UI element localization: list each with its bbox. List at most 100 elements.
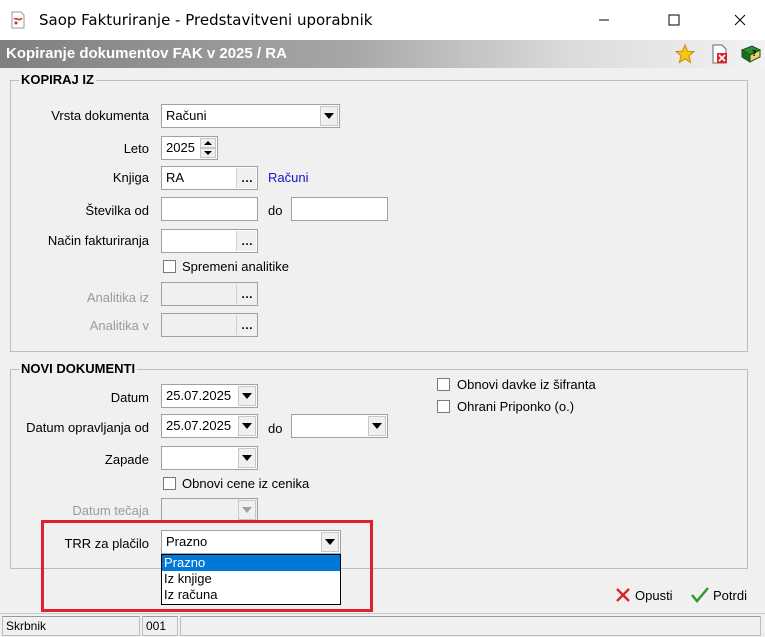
analitika-iz-browse-button[interactable]: … — [236, 284, 256, 304]
chevron-down-icon — [242, 423, 252, 429]
datum-tecaja-picker[interactable] — [161, 498, 258, 522]
stevilka-od-input[interactable] — [161, 197, 258, 221]
help-book-icon: ? — [740, 45, 762, 63]
analitika-iz-label: Analitika iz — [86, 290, 149, 305]
datum-opravljanja-od-picker[interactable]: 25.07.2025 — [161, 414, 258, 438]
knjiga-label: Knjiga — [112, 170, 149, 185]
obnovi-cene-checkbox[interactable] — [163, 477, 176, 490]
spremeni-analitike-label: Spremeni analitike — [182, 259, 289, 274]
potrdi-label: Potrdi — [713, 587, 747, 603]
arrow-up-icon — [204, 141, 212, 145]
checkmark-icon — [691, 587, 709, 603]
analitika-iz-field[interactable]: … — [161, 282, 258, 306]
chevron-down-icon — [325, 539, 335, 545]
trr-option-prazno[interactable]: Prazno — [162, 555, 340, 571]
status-user: Skrbnik — [2, 616, 140, 636]
maximize-icon — [668, 14, 680, 26]
status-bar: Skrbnik 001 — [0, 613, 765, 637]
chevron-down-icon — [324, 113, 334, 119]
trr-za-placilo-options: Prazno Iz knjige Iz računa — [161, 554, 341, 605]
nacin-fakturiranja-browse-button[interactable]: … — [236, 231, 256, 251]
app-icon — [11, 11, 25, 29]
group-novi-dokumenti-legend: NOVI DOKUMENTI — [19, 361, 138, 376]
datum-opravljanja-do-dropdown-button[interactable] — [368, 416, 386, 436]
chevron-down-icon — [372, 423, 382, 429]
zapade-picker[interactable] — [161, 446, 258, 470]
group-kopiraj-iz-legend: KOPIRAJ IZ — [19, 72, 96, 87]
opusti-label: Opusti — [635, 587, 673, 603]
vrsta-dokumenta-select[interactable]: Računi — [161, 104, 340, 128]
cancel-icon — [616, 588, 630, 602]
datum-opravljanja-od-dropdown-button[interactable] — [238, 416, 256, 436]
star-icon — [675, 44, 695, 64]
trr-option-iz-knjige[interactable]: Iz knjige — [162, 571, 340, 587]
favorite-button[interactable] — [674, 43, 696, 65]
datum-value: 25.07.2025 — [166, 388, 232, 403]
svg-text:?: ? — [752, 49, 757, 58]
datum-label: Datum — [110, 390, 149, 405]
zapade-label: Zapade — [104, 452, 149, 467]
datum-opravljanja-od-value: 25.07.2025 — [166, 418, 232, 433]
window-title: Saop Fakturiranje - Predstavitveni upora… — [39, 11, 373, 29]
knjiga-value: RA — [166, 170, 185, 185]
datum-opravljanja-label: Datum opravljanja od — [26, 420, 149, 435]
datum-dropdown-button[interactable] — [238, 386, 256, 406]
datum-opravljanja-do-label: do — [268, 421, 283, 436]
datum-picker[interactable]: 25.07.2025 — [161, 384, 258, 408]
analitika-v-label: Analitika v — [89, 318, 149, 333]
arrow-down-icon — [204, 151, 212, 155]
knjiga-field[interactable]: RA … — [161, 166, 258, 190]
ohrani-priponko-label: Ohrani Priponko (o.) — [457, 399, 575, 414]
stevilka-od-label: Številka od — [85, 203, 149, 218]
trr-option-iz-racuna[interactable]: Iz računa — [162, 587, 340, 603]
chevron-down-icon — [242, 507, 252, 513]
close-icon — [734, 14, 746, 26]
analitika-v-browse-button[interactable]: … — [236, 315, 256, 335]
chevron-down-icon — [242, 455, 252, 461]
status-message — [180, 616, 761, 636]
vrsta-dokumenta-label: Vrsta dokumenta — [51, 108, 149, 123]
delete-document-button[interactable] — [709, 43, 731, 65]
datum-tecaja-dropdown-button[interactable] — [238, 500, 256, 520]
spin-down-button[interactable] — [200, 148, 216, 158]
vrsta-dokumenta-value: Računi — [166, 108, 207, 123]
datum-tecaja-label: Datum tečaja — [72, 503, 149, 518]
minimize-icon — [599, 19, 609, 21]
vrsta-dokumenta-dropdown-button[interactable] — [320, 106, 338, 126]
knjiga-browse-button[interactable]: … — [236, 168, 256, 188]
obnovi-davke-label: Obnovi davke iz šifranta — [457, 377, 596, 392]
datum-opravljanja-do-picker[interactable] — [291, 414, 388, 438]
spremeni-analitike-checkbox[interactable] — [163, 260, 176, 273]
obnovi-davke-checkbox[interactable] — [437, 378, 450, 391]
nacin-fakturiranja-label: Način fakturiranja — [47, 233, 149, 248]
leto-spinner[interactable]: 2025 — [161, 136, 218, 160]
zapade-dropdown-button[interactable] — [238, 448, 256, 468]
trr-za-placilo-label: TRR za plačilo — [64, 536, 149, 551]
obnovi-cene-label: Obnovi cene iz cenika — [182, 476, 310, 491]
leto-value: 2025 — [166, 140, 195, 155]
delete-document-icon — [712, 44, 727, 64]
analitika-v-field[interactable]: … — [161, 313, 258, 337]
trr-za-placilo-select[interactable]: Prazno — [161, 530, 341, 554]
opusti-button[interactable]: Opusti — [615, 585, 673, 605]
maximize-button[interactable] — [651, 0, 697, 40]
leto-spin-buttons[interactable] — [200, 138, 216, 158]
trr-za-placilo-value: Prazno — [166, 534, 208, 549]
form-title: Kopiranje dokumentov FAK v 2025 / RA — [6, 45, 287, 62]
spin-up-button[interactable] — [200, 138, 216, 148]
chevron-down-icon — [242, 393, 252, 399]
form-header: Kopiranje dokumentov FAK v 2025 / RA ? — [0, 40, 765, 68]
trr-za-placilo-dropdown-button[interactable] — [321, 532, 339, 552]
nacin-fakturiranja-field[interactable]: … — [161, 229, 258, 253]
knjiga-name-text: Računi — [268, 170, 309, 185]
help-button[interactable]: ? — [740, 43, 762, 65]
potrdi-button[interactable]: Potrdi — [691, 585, 747, 605]
ohrani-priponko-checkbox[interactable] — [437, 400, 450, 413]
stevilka-do-input[interactable] — [291, 197, 388, 221]
status-code: 001 — [142, 616, 178, 636]
stevilka-do-label: do — [268, 203, 283, 218]
close-button[interactable] — [717, 0, 763, 40]
minimize-button[interactable] — [581, 0, 627, 40]
window-titlebar: Saop Fakturiranje - Predstavitveni upora… — [0, 0, 765, 40]
leto-label: Leto — [123, 141, 149, 156]
